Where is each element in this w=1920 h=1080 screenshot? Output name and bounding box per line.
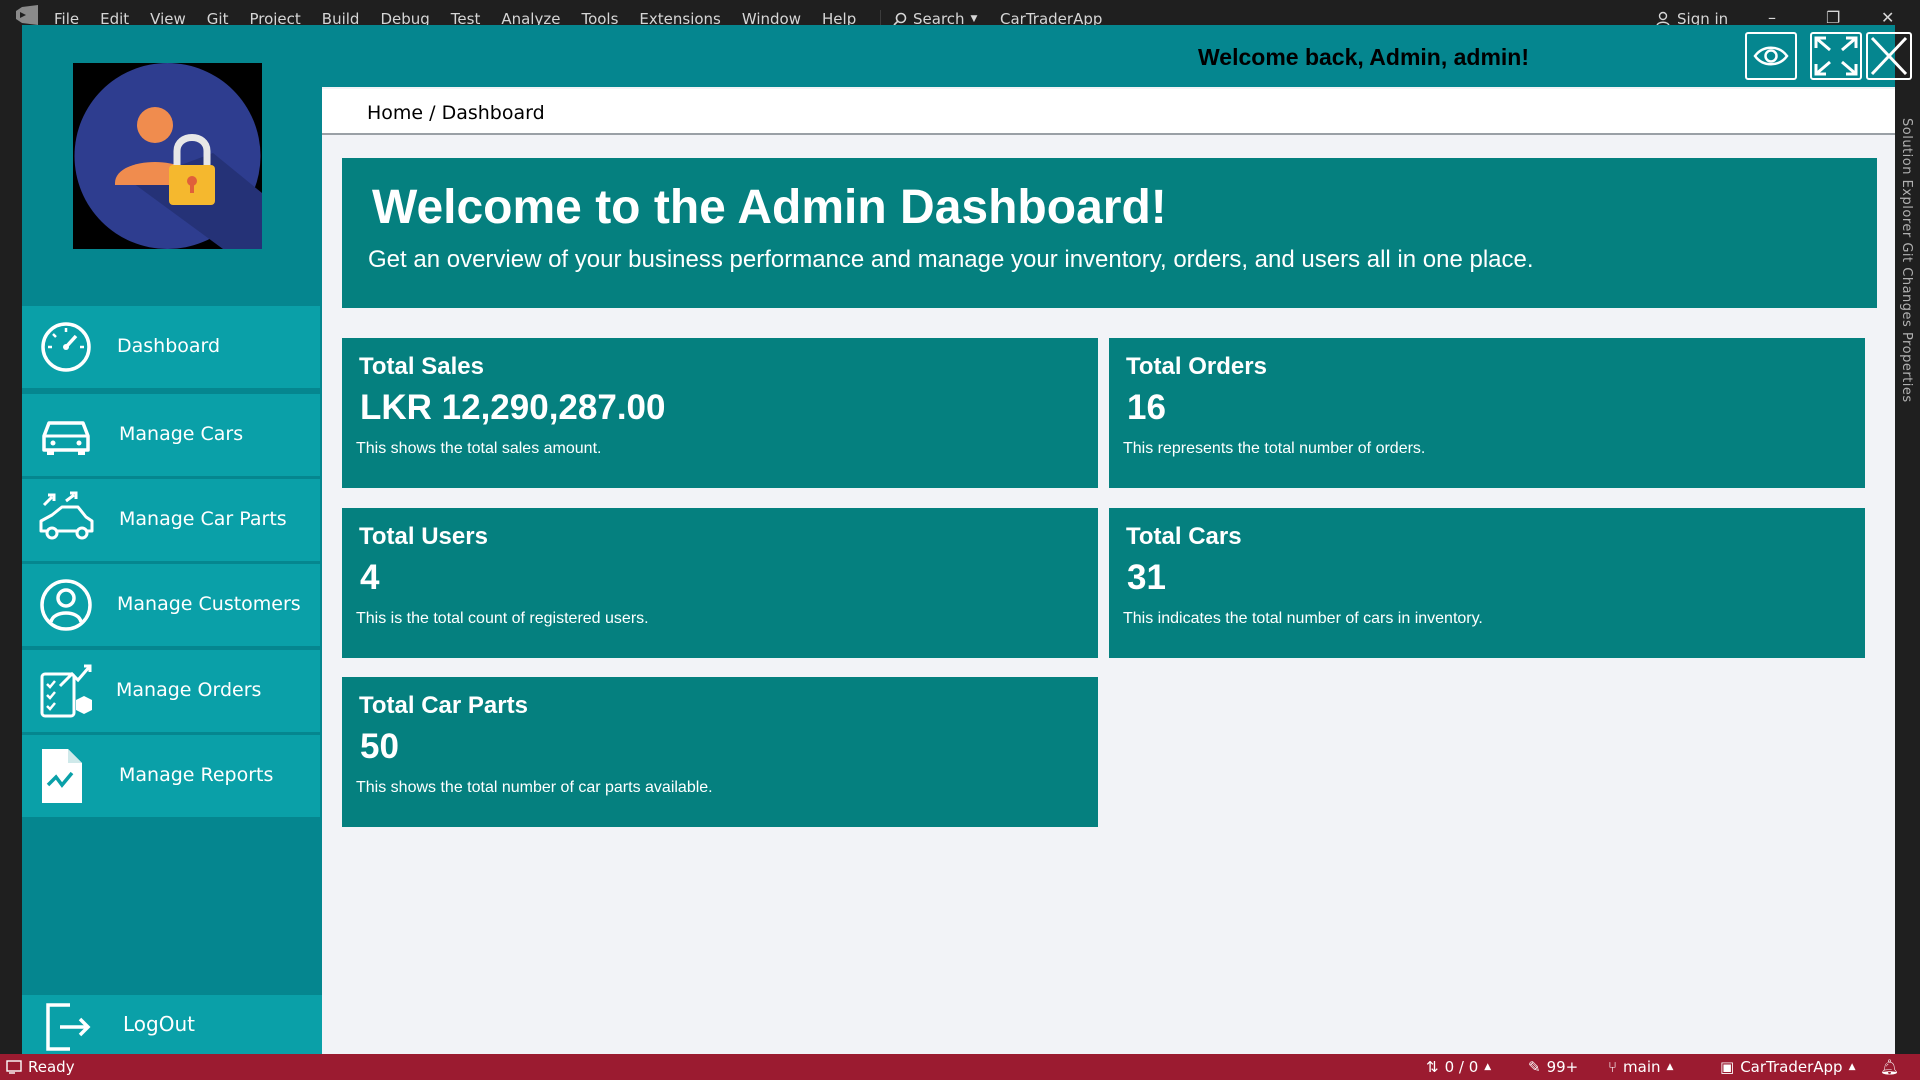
- report-chart-icon: [42, 749, 82, 803]
- status-pending-edits[interactable]: ✎ 99+: [1528, 1058, 1578, 1076]
- nav-label: Manage Cars: [119, 423, 244, 445]
- vs-status-bar: Ready ⇅ 0 / 0 ▲ ✎ 99+ ⑂ main ▲ ▣ CarTrad…: [0, 1054, 1920, 1080]
- status-sync-count: 0 / 0: [1444, 1058, 1479, 1076]
- logout-label: LogOut: [123, 1012, 195, 1036]
- nav-manage-car-parts[interactable]: Manage Car Parts: [22, 479, 320, 561]
- nav-label: Manage Orders: [116, 679, 262, 701]
- status-project[interactable]: ▣ CarTraderApp ▲: [1720, 1058, 1855, 1076]
- logout-icon: [46, 1003, 91, 1051]
- stat-card-value: LKR 12,290,287.00: [360, 388, 666, 427]
- car-parts-icon: [39, 491, 94, 540]
- status-edits-count: 99+: [1546, 1058, 1579, 1076]
- project-icon: ▣: [1720, 1058, 1735, 1076]
- right-panel-tabs-label: Solution Explorer Git Changes Properties: [1899, 118, 1914, 403]
- stat-card-value: 16: [1127, 388, 1166, 427]
- up-down-arrows-icon: ⇅: [1426, 1058, 1439, 1076]
- nav-label: Manage Car Parts: [119, 508, 287, 530]
- stat-card-description: This shows the total number of car parts…: [356, 779, 713, 796]
- breadcrumb-text[interactable]: Home / Dashboard: [367, 102, 545, 124]
- close-icon: [1870, 36, 1908, 76]
- car-icon: [42, 421, 90, 455]
- status-project-name: CarTraderApp: [1740, 1058, 1843, 1076]
- caret-up-icon: ▲: [1484, 1062, 1492, 1072]
- logout-button[interactable]: LogOut: [22, 995, 322, 1054]
- page-subtitle: Get an overview of your business perform…: [368, 246, 1534, 273]
- status-branch-name: main: [1623, 1058, 1661, 1076]
- stat-card-total-car-parts: Total Car Parts 50 This shows the total …: [342, 677, 1098, 827]
- view-toggle-button[interactable]: [1745, 32, 1797, 80]
- dashboard-gauge-icon: [41, 322, 91, 372]
- nav-label: Manage Customers: [117, 593, 301, 615]
- caret-up-icon: ▲: [1666, 1062, 1674, 1072]
- status-ready-label: Ready: [28, 1058, 75, 1076]
- status-branch[interactable]: ⑂ main ▲: [1608, 1058, 1673, 1076]
- breadcrumb: Home / Dashboard: [322, 89, 1895, 135]
- visual-studio-logo-icon: [16, 5, 38, 25]
- welcome-message: Welcome back, Admin, admin!: [1198, 44, 1530, 70]
- caret-up-icon: ▲: [1848, 1062, 1856, 1072]
- stat-card-total-sales: Total Sales LKR 12,290,287.00 This shows…: [342, 338, 1098, 488]
- vs-right-tool-tabs[interactable]: Solution Explorer Git Changes Properties: [1895, 28, 1920, 1054]
- stat-card-total-users: Total Users 4 This is the total count of…: [342, 508, 1098, 658]
- stat-card-value: 4: [360, 558, 380, 597]
- stat-card-value: 31: [1127, 558, 1166, 597]
- user-circle-icon: [40, 579, 92, 631]
- vs-left-toolstrip: [0, 28, 22, 1054]
- chevron-down-icon: ▼: [970, 14, 978, 24]
- page-title: Welcome to the Admin Dashboard!: [372, 181, 1167, 234]
- orders-checklist-icon: [40, 664, 92, 718]
- stat-card-title: Total Users: [359, 523, 488, 550]
- nav-label: Dashboard: [117, 335, 221, 357]
- stat-card-title: Total Car Parts: [359, 692, 528, 719]
- nav-dashboard[interactable]: Dashboard: [22, 306, 320, 388]
- expand-arrows-icon: [1814, 36, 1858, 76]
- eye-icon: [1753, 46, 1789, 66]
- stat-card-description: This is the total count of registered us…: [356, 610, 649, 627]
- stat-card-description: This represents the total number of orde…: [1123, 440, 1426, 457]
- admin-lock-logo-icon: [74, 63, 262, 249]
- stat-card-title: Total Sales: [359, 353, 484, 380]
- vs-menubar: File Edit View Git Project Build Debug T…: [0, 0, 1920, 28]
- nav-label: Manage Reports: [119, 764, 274, 786]
- admin-logo: [73, 63, 262, 249]
- pencil-icon: ✎: [1528, 1058, 1541, 1076]
- stat-card-title: Total Cars: [1126, 523, 1242, 550]
- bell-icon: 🔔︎: [1880, 1058, 1900, 1076]
- welcome-banner: Welcome to the Admin Dashboard! Get an o…: [342, 158, 1877, 308]
- git-branch-icon: ⑂: [1608, 1058, 1618, 1076]
- close-app-button[interactable]: [1866, 32, 1912, 80]
- nav-manage-orders[interactable]: Manage Orders: [22, 650, 320, 732]
- stat-card-description: This shows the total sales amount.: [356, 440, 602, 457]
- app-header: Welcome back, Admin, admin!: [322, 25, 1912, 87]
- stat-card-title: Total Orders: [1126, 353, 1267, 380]
- sidebar: Dashboard Manage Cars Manage Car Parts M…: [22, 25, 322, 1054]
- nav-manage-customers[interactable]: Manage Customers: [22, 564, 320, 646]
- nav-manage-cars[interactable]: Manage Cars: [22, 394, 320, 476]
- output-window-icon: [6, 1060, 22, 1074]
- stat-card-value: 50: [360, 727, 399, 766]
- stat-card-total-cars: Total Cars 31 This indicates the total n…: [1109, 508, 1865, 658]
- status-ready: Ready: [6, 1058, 75, 1076]
- notification-bell[interactable]: 🔔︎: [1880, 1058, 1899, 1076]
- nav-manage-reports[interactable]: Manage Reports: [22, 735, 320, 817]
- status-sync[interactable]: ⇅ 0 / 0 ▲: [1426, 1058, 1491, 1076]
- search-icon: [893, 12, 907, 26]
- stat-card-description: This indicates the total number of cars …: [1123, 610, 1483, 627]
- stat-card-total-orders: Total Orders 16 This represents the tota…: [1109, 338, 1865, 488]
- fullscreen-button[interactable]: [1810, 32, 1862, 80]
